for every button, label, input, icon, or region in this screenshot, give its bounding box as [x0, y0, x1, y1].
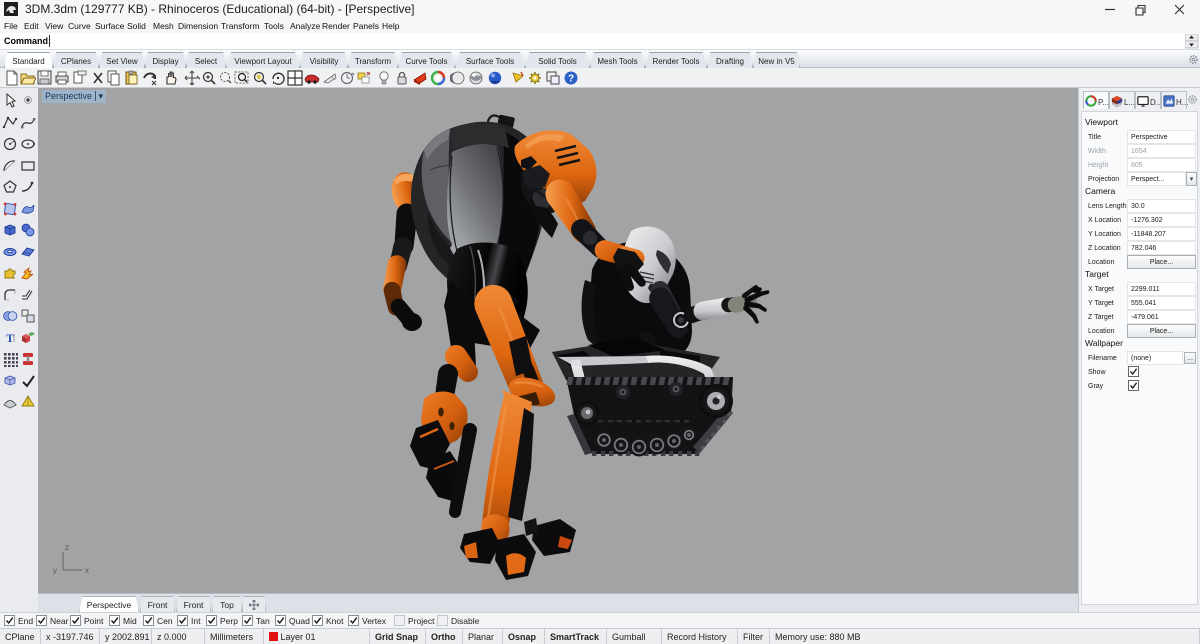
svg-text:T: T: [6, 331, 14, 345]
svg-text:z: z: [65, 543, 69, 552]
svg-text:x: x: [85, 566, 89, 575]
svg-text:y: y: [53, 566, 57, 575]
svg-text:?: ?: [568, 74, 574, 85]
